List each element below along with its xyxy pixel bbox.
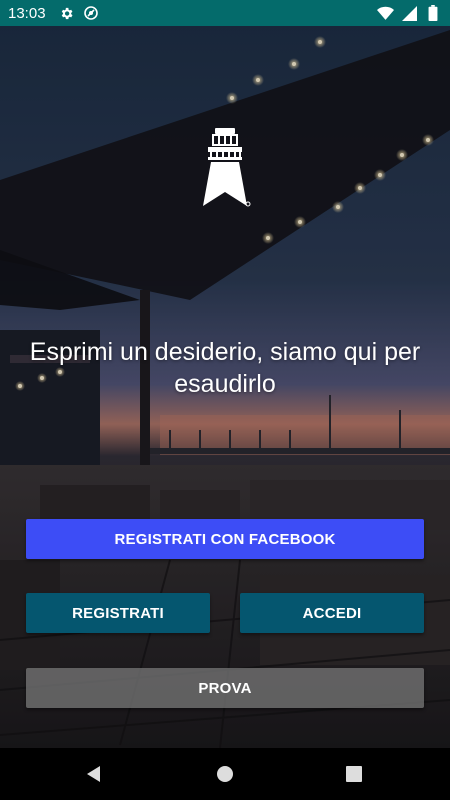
gear-icon [58,4,76,22]
battery-icon [424,4,442,22]
tagline: Esprimi un desiderio, siamo qui per esau… [29,338,421,398]
status-bar: 13:03 [0,0,450,26]
home-icon[interactable] [213,762,237,786]
back-icon[interactable] [82,762,106,786]
register-with-facebook-button[interactable]: REGISTRATI CON FACEBOOK [26,519,424,559]
welcome-screen: 13:03 Esprimi un desiderio, siamo qui pe… [0,0,450,800]
recents-icon[interactable] [342,762,366,786]
signal-icon [400,4,418,22]
login-button[interactable]: ACCEDI [240,593,424,633]
register-button[interactable]: REGISTRATI [26,593,210,633]
status-time: 13:03 [8,4,46,22]
try-button[interactable]: PROVA [26,668,424,708]
wifi-icon [376,4,394,22]
status-indicators [376,4,442,22]
navigation-bar [0,748,450,800]
lighthouse-logo [198,126,252,210]
do-not-disturb-icon [82,4,100,22]
